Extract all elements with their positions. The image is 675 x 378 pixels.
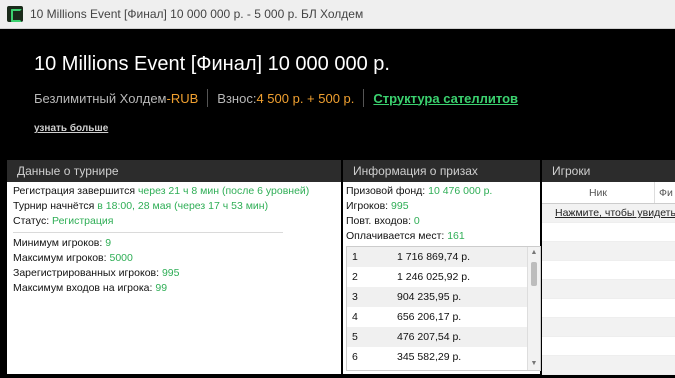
registered-players: Зарегистрированных игроков: 995 [13, 267, 180, 279]
prize-info-panel: Информация о призах Призовой фонд: 10 47… [343, 160, 541, 374]
subline-divider [207, 89, 209, 107]
table-row: 11 716 869,74 р. [347, 247, 540, 267]
list-item: Нажмите, чтобы увидеть [542, 204, 675, 223]
scroll-down-icon[interactable]: ▼ [528, 358, 540, 370]
title-bar: 10 Millions Event [Финал] 10 000 000 р. … [0, 0, 675, 29]
prize-pool: Призовой фонд: 10 476 000 р. [346, 185, 493, 197]
players-columns: Ник Фи [542, 182, 675, 204]
list-item [542, 337, 675, 356]
event-title: 10 Millions Event [Финал] 10 000 000 р. [34, 53, 390, 75]
min-players: Минимум игроков: 9 [13, 237, 112, 249]
list-item [542, 299, 675, 318]
players-count: Игроков: 995 [346, 200, 409, 212]
game-type: Безлимитный Холдем [34, 90, 167, 106]
table-row: 6 345 582,29 р. [352, 351, 462, 363]
table-row: 4 656 206,17 р. [352, 311, 462, 323]
tournament-header: 10 Millions Event [Финал] 10 000 000 р. … [0, 29, 675, 159]
show-players-link[interactable]: Нажмите, чтобы увидеть [542, 204, 675, 223]
scroll-thumb[interactable] [531, 262, 537, 286]
panel-title: Данные о турнире [7, 160, 341, 182]
panel-title: Информация о призах [343, 160, 540, 182]
registration-ends: Регистрация завершится через 21 ч 8 мин … [13, 185, 310, 197]
column-nick[interactable]: Ник [542, 182, 655, 203]
panel-title: Игроки [542, 160, 675, 182]
reentries: Повт. входов: 0 [346, 215, 420, 227]
players-list: Нажмите, чтобы увидеть [542, 204, 675, 375]
prize-scrollbar[interactable]: ▲ ▼ [527, 247, 540, 370]
buyin-label: Взнос: [217, 90, 257, 106]
buyin-value: 4 500 р. + 500 р. [256, 90, 355, 106]
currency: RUB [170, 90, 199, 106]
list-item [542, 242, 675, 261]
tournament-start: Турнир начнётся в 18:00, 28 мая (через 1… [13, 200, 269, 212]
tournament-status: Статус: Регистрация [13, 215, 114, 227]
table-row: 3 904 235,95 р. [347, 287, 540, 307]
list-item [542, 223, 675, 242]
event-subline: Безлимитный Холдем - RUB Взнос: 4 500 р.… [34, 88, 518, 108]
window-title: 10 Millions Event [Финал] 10 000 000 р. … [30, 7, 364, 21]
tournament-info-panel: Данные о турнире Регистрация завершится … [7, 160, 341, 374]
prize-rows: 11 716 869,74 р. 21 246 025,92 р. 3 904 2… [347, 247, 540, 367]
column-chips[interactable]: Фи [655, 182, 675, 203]
list-item [542, 261, 675, 280]
table-row: 5 476 207,54 р. [347, 327, 540, 347]
paid-places: Оплачивается мест: 161 [346, 230, 465, 242]
divider [13, 232, 283, 233]
app-logo-icon [7, 6, 23, 22]
max-players: Максимум игроков: 5000 [13, 252, 133, 264]
table-row: 21 246 025,92 р. [352, 271, 470, 283]
subline-divider [363, 89, 365, 107]
list-item [542, 318, 675, 337]
list-item [542, 280, 675, 299]
list-item [542, 356, 675, 375]
scroll-up-icon[interactable]: ▲ [528, 247, 540, 259]
max-entries: Максимум входов на игрока: 99 [13, 282, 168, 294]
satellites-link[interactable]: Структура сателлитов [373, 91, 518, 106]
learn-more-link[interactable]: узнать больше [34, 123, 108, 134]
prize-table[interactable]: 11 716 869,74 р. 21 246 025,92 р. 3 904 2… [346, 246, 541, 371]
players-panel: Игроки Ник Фи Нажмите, чтобы увидеть [542, 160, 675, 375]
